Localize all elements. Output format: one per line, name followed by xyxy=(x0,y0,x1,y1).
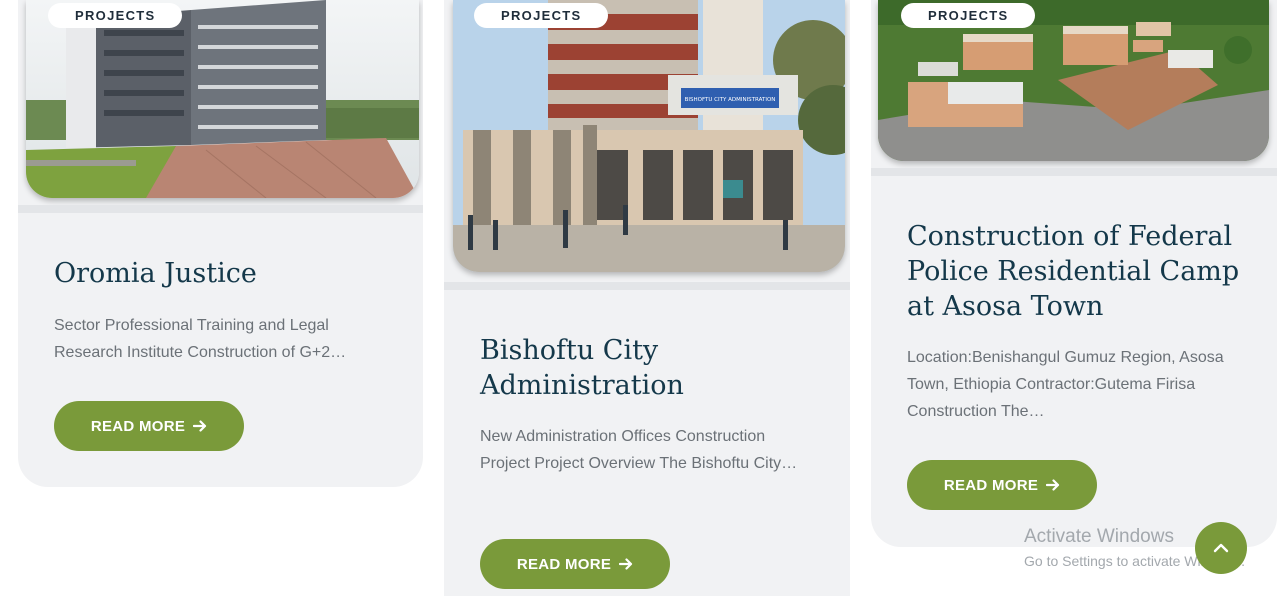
project-card: PROJECTS Construction of Federal Police … xyxy=(871,0,1277,547)
building-image: BISHOFTU CITY ADMINISTRATION xyxy=(453,0,845,272)
building-image xyxy=(26,0,419,198)
divider xyxy=(871,168,1277,176)
card-excerpt: New Administration Offices Construction … xyxy=(480,428,798,472)
project-photo[interactable] xyxy=(26,0,419,198)
project-photo[interactable]: BISHOFTU CITY ADMINISTRATION xyxy=(453,0,845,272)
category-badge[interactable]: PROJECTS xyxy=(48,3,183,28)
project-card: PROJECTS Oromia Justice Sector Professio… xyxy=(18,0,423,487)
chevron-up-icon xyxy=(1213,543,1229,553)
card-title[interactable]: Oromia Justice xyxy=(54,256,404,291)
card-title[interactable]: Construction of Federal Police Residenti… xyxy=(907,219,1267,324)
card-title[interactable]: Bishoftu City Administration xyxy=(480,333,830,403)
card-excerpt: Location:Benishangul Gumuz Region, Asosa… xyxy=(907,349,1224,420)
arrow-right-icon xyxy=(1046,479,1060,491)
card-image-area: PROJECTS xyxy=(18,0,423,213)
card-image-area: BISHOFTU CITY ADMINISTRATION PROJECTS xyxy=(444,0,850,290)
project-card: BISHOFTU CITY ADMINISTRATION PROJECTS Bi… xyxy=(444,0,850,596)
read-more-button[interactable]: READ MORE xyxy=(480,539,670,589)
category-badge[interactable]: PROJECTS xyxy=(474,3,609,28)
read-more-button[interactable]: READ MORE xyxy=(54,401,244,451)
category-badge[interactable]: PROJECTS xyxy=(901,3,1036,28)
divider xyxy=(444,282,850,290)
card-image-area: PROJECTS xyxy=(871,0,1277,176)
read-more-label: READ MORE xyxy=(516,555,612,573)
arrow-right-icon xyxy=(193,420,207,432)
card-excerpt: Sector Professional Training and Legal R… xyxy=(54,317,347,361)
read-more-label: READ MORE xyxy=(90,417,186,435)
read-more-label: READ MORE xyxy=(943,476,1039,494)
read-more-button[interactable]: READ MORE xyxy=(907,460,1097,510)
building-sign: BISHOFTU CITY ADMINISTRATION xyxy=(685,97,776,103)
divider xyxy=(18,205,423,213)
scroll-to-top-button[interactable] xyxy=(1195,522,1247,574)
arrow-right-icon xyxy=(619,558,633,570)
